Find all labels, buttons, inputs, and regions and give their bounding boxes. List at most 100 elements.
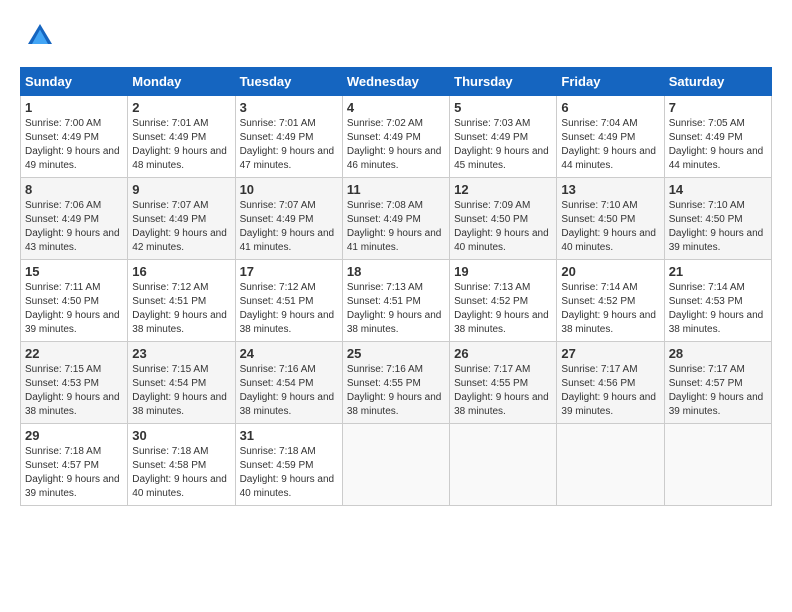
day-number: 26: [454, 346, 552, 361]
calendar-day-cell: 14 Sunrise: 7:10 AM Sunset: 4:50 PM Dayl…: [664, 178, 771, 260]
day-number: 2: [132, 100, 230, 115]
day-info: Sunrise: 7:07 AM Sunset: 4:49 PM Dayligh…: [132, 199, 230, 255]
day-info: Sunrise: 7:09 AM Sunset: 4:50 PM Dayligh…: [454, 199, 552, 255]
day-info: Sunrise: 7:07 AM Sunset: 4:49 PM Dayligh…: [240, 199, 338, 255]
calendar-day-cell: 19 Sunrise: 7:13 AM Sunset: 4:52 PM Dayl…: [450, 260, 557, 342]
calendar-day-cell: 11 Sunrise: 7:08 AM Sunset: 4:49 PM Dayl…: [342, 178, 449, 260]
day-number: 30: [132, 428, 230, 443]
day-number: 7: [669, 100, 767, 115]
day-number: 14: [669, 182, 767, 197]
weekday-header: Sunday: [21, 68, 128, 96]
day-number: 17: [240, 264, 338, 279]
calendar-day-cell: 22 Sunrise: 7:15 AM Sunset: 4:53 PM Dayl…: [21, 342, 128, 424]
day-number: 28: [669, 346, 767, 361]
day-info: Sunrise: 7:04 AM Sunset: 4:49 PM Dayligh…: [561, 117, 659, 173]
day-number: 25: [347, 346, 445, 361]
calendar-day-cell: 5 Sunrise: 7:03 AM Sunset: 4:49 PM Dayli…: [450, 96, 557, 178]
calendar-day-cell: 9 Sunrise: 7:07 AM Sunset: 4:49 PM Dayli…: [128, 178, 235, 260]
day-info: Sunrise: 7:11 AM Sunset: 4:50 PM Dayligh…: [25, 281, 123, 337]
page-header: [20, 20, 772, 57]
calendar-day-cell: 2 Sunrise: 7:01 AM Sunset: 4:49 PM Dayli…: [128, 96, 235, 178]
calendar-week-row: 8 Sunrise: 7:06 AM Sunset: 4:49 PM Dayli…: [21, 178, 772, 260]
day-info: Sunrise: 7:10 AM Sunset: 4:50 PM Dayligh…: [561, 199, 659, 255]
day-info: Sunrise: 7:12 AM Sunset: 4:51 PM Dayligh…: [240, 281, 338, 337]
day-number: 21: [669, 264, 767, 279]
day-number: 5: [454, 100, 552, 115]
day-info: Sunrise: 7:17 AM Sunset: 4:57 PM Dayligh…: [669, 363, 767, 419]
calendar-week-row: 22 Sunrise: 7:15 AM Sunset: 4:53 PM Dayl…: [21, 342, 772, 424]
day-number: 9: [132, 182, 230, 197]
logo: [20, 20, 56, 57]
calendar-day-cell: 29 Sunrise: 7:18 AM Sunset: 4:57 PM Dayl…: [21, 424, 128, 506]
calendar-day-cell: 18 Sunrise: 7:13 AM Sunset: 4:51 PM Dayl…: [342, 260, 449, 342]
day-info: Sunrise: 7:15 AM Sunset: 4:53 PM Dayligh…: [25, 363, 123, 419]
day-info: Sunrise: 7:12 AM Sunset: 4:51 PM Dayligh…: [132, 281, 230, 337]
calendar-day-cell: 3 Sunrise: 7:01 AM Sunset: 4:49 PM Dayli…: [235, 96, 342, 178]
day-info: Sunrise: 7:17 AM Sunset: 4:56 PM Dayligh…: [561, 363, 659, 419]
day-number: 3: [240, 100, 338, 115]
day-info: Sunrise: 7:02 AM Sunset: 4:49 PM Dayligh…: [347, 117, 445, 173]
calendar-day-cell: 1 Sunrise: 7:00 AM Sunset: 4:49 PM Dayli…: [21, 96, 128, 178]
day-info: Sunrise: 7:06 AM Sunset: 4:49 PM Dayligh…: [25, 199, 123, 255]
calendar-day-cell: [450, 424, 557, 506]
calendar-day-cell: 30 Sunrise: 7:18 AM Sunset: 4:58 PM Dayl…: [128, 424, 235, 506]
calendar-day-cell: 12 Sunrise: 7:09 AM Sunset: 4:50 PM Dayl…: [450, 178, 557, 260]
calendar-day-cell: 10 Sunrise: 7:07 AM Sunset: 4:49 PM Dayl…: [235, 178, 342, 260]
day-number: 19: [454, 264, 552, 279]
calendar-day-cell: [557, 424, 664, 506]
day-info: Sunrise: 7:10 AM Sunset: 4:50 PM Dayligh…: [669, 199, 767, 255]
day-number: 1: [25, 100, 123, 115]
calendar-table: SundayMondayTuesdayWednesdayThursdayFrid…: [20, 67, 772, 506]
day-number: 6: [561, 100, 659, 115]
calendar-day-cell: 23 Sunrise: 7:15 AM Sunset: 4:54 PM Dayl…: [128, 342, 235, 424]
calendar-day-cell: 20 Sunrise: 7:14 AM Sunset: 4:52 PM Dayl…: [557, 260, 664, 342]
weekday-header: Thursday: [450, 68, 557, 96]
day-info: Sunrise: 7:18 AM Sunset: 4:58 PM Dayligh…: [132, 445, 230, 501]
day-info: Sunrise: 7:00 AM Sunset: 4:49 PM Dayligh…: [25, 117, 123, 173]
day-number: 13: [561, 182, 659, 197]
day-info: Sunrise: 7:05 AM Sunset: 4:49 PM Dayligh…: [669, 117, 767, 173]
day-number: 12: [454, 182, 552, 197]
weekday-header: Saturday: [664, 68, 771, 96]
day-info: Sunrise: 7:08 AM Sunset: 4:49 PM Dayligh…: [347, 199, 445, 255]
calendar-day-cell: 27 Sunrise: 7:17 AM Sunset: 4:56 PM Dayl…: [557, 342, 664, 424]
day-number: 8: [25, 182, 123, 197]
day-info: Sunrise: 7:16 AM Sunset: 4:55 PM Dayligh…: [347, 363, 445, 419]
weekday-header: Monday: [128, 68, 235, 96]
calendar-day-cell: 24 Sunrise: 7:16 AM Sunset: 4:54 PM Dayl…: [235, 342, 342, 424]
calendar-header-row: SundayMondayTuesdayWednesdayThursdayFrid…: [21, 68, 772, 96]
day-info: Sunrise: 7:18 AM Sunset: 4:57 PM Dayligh…: [25, 445, 123, 501]
day-info: Sunrise: 7:01 AM Sunset: 4:49 PM Dayligh…: [132, 117, 230, 173]
calendar-day-cell: 6 Sunrise: 7:04 AM Sunset: 4:49 PM Dayli…: [557, 96, 664, 178]
day-number: 4: [347, 100, 445, 115]
calendar-day-cell: 26 Sunrise: 7:17 AM Sunset: 4:55 PM Dayl…: [450, 342, 557, 424]
day-number: 29: [25, 428, 123, 443]
day-number: 16: [132, 264, 230, 279]
day-info: Sunrise: 7:15 AM Sunset: 4:54 PM Dayligh…: [132, 363, 230, 419]
calendar-day-cell: 13 Sunrise: 7:10 AM Sunset: 4:50 PM Dayl…: [557, 178, 664, 260]
calendar-day-cell: 21 Sunrise: 7:14 AM Sunset: 4:53 PM Dayl…: [664, 260, 771, 342]
day-info: Sunrise: 7:17 AM Sunset: 4:55 PM Dayligh…: [454, 363, 552, 419]
calendar-day-cell: 8 Sunrise: 7:06 AM Sunset: 4:49 PM Dayli…: [21, 178, 128, 260]
calendar-week-row: 15 Sunrise: 7:11 AM Sunset: 4:50 PM Dayl…: [21, 260, 772, 342]
calendar-day-cell: 17 Sunrise: 7:12 AM Sunset: 4:51 PM Dayl…: [235, 260, 342, 342]
calendar-week-row: 1 Sunrise: 7:00 AM Sunset: 4:49 PM Dayli…: [21, 96, 772, 178]
day-info: Sunrise: 7:14 AM Sunset: 4:53 PM Dayligh…: [669, 281, 767, 337]
day-info: Sunrise: 7:13 AM Sunset: 4:51 PM Dayligh…: [347, 281, 445, 337]
weekday-header: Friday: [557, 68, 664, 96]
day-info: Sunrise: 7:16 AM Sunset: 4:54 PM Dayligh…: [240, 363, 338, 419]
calendar-day-cell: 4 Sunrise: 7:02 AM Sunset: 4:49 PM Dayli…: [342, 96, 449, 178]
calendar-day-cell: 15 Sunrise: 7:11 AM Sunset: 4:50 PM Dayl…: [21, 260, 128, 342]
day-number: 22: [25, 346, 123, 361]
calendar-day-cell: 31 Sunrise: 7:18 AM Sunset: 4:59 PM Dayl…: [235, 424, 342, 506]
weekday-header: Tuesday: [235, 68, 342, 96]
calendar-week-row: 29 Sunrise: 7:18 AM Sunset: 4:57 PM Dayl…: [21, 424, 772, 506]
day-number: 20: [561, 264, 659, 279]
calendar-day-cell: [342, 424, 449, 506]
calendar-day-cell: 28 Sunrise: 7:17 AM Sunset: 4:57 PM Dayl…: [664, 342, 771, 424]
calendar-day-cell: 16 Sunrise: 7:12 AM Sunset: 4:51 PM Dayl…: [128, 260, 235, 342]
day-info: Sunrise: 7:14 AM Sunset: 4:52 PM Dayligh…: [561, 281, 659, 337]
calendar-day-cell: 7 Sunrise: 7:05 AM Sunset: 4:49 PM Dayli…: [664, 96, 771, 178]
day-info: Sunrise: 7:18 AM Sunset: 4:59 PM Dayligh…: [240, 445, 338, 501]
weekday-header: Wednesday: [342, 68, 449, 96]
